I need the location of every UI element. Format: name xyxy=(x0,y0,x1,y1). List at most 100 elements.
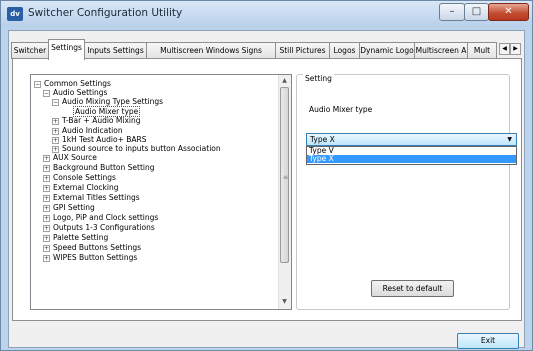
collapse-icon[interactable]: − xyxy=(43,89,50,97)
tree-item[interactable]: + External Clocking xyxy=(43,183,118,192)
tree-item-label: GPI Setting xyxy=(53,203,95,212)
audio-mixer-type-select[interactable]: Type X ▼ xyxy=(306,133,517,146)
expand-icon[interactable]: + xyxy=(43,174,50,182)
tree-item[interactable]: + Logo, PiP and Clock settings xyxy=(43,213,158,222)
expand-icon[interactable]: + xyxy=(52,136,59,144)
tree-item[interactable]: + Console Settings xyxy=(43,173,116,182)
settings-panel: − Common Settings − Audio Settings − Audio … xyxy=(12,58,522,321)
select-value: Type X xyxy=(310,135,335,144)
tree-item-label: WIPES Button Settings xyxy=(53,253,138,262)
tab-multiscreen-a[interactable]: Multiscreen A xyxy=(414,42,468,59)
tree-item[interactable]: − Audio Mixing Type Settings xyxy=(52,97,163,106)
window-title: Switcher Configuration Utility xyxy=(28,7,183,19)
chevron-down-icon[interactable]: ▼ xyxy=(507,134,512,145)
tree-item-label: T-Bar + Audio Mixing xyxy=(62,116,141,125)
tree-item-label: Speed Buttons Settings xyxy=(53,243,142,252)
tree-item[interactable]: + Speed Buttons Settings xyxy=(43,243,141,252)
tree-item[interactable]: + Palette Setting xyxy=(43,233,108,242)
settings-tree[interactable]: − Common Settings − Audio Settings − Audio … xyxy=(30,74,292,310)
reset-to-default-button[interactable]: Reset to default xyxy=(371,280,454,297)
expand-icon[interactable]: + xyxy=(43,154,50,162)
tree-item-label: Audio Mixing Type Settings xyxy=(62,97,164,106)
setting-group: Setting Audio Mixer type Type X ▼ Type V… xyxy=(296,74,517,310)
expand-icon[interactable]: + xyxy=(43,204,50,212)
tree-item[interactable]: + T-Bar + Audio Mixing xyxy=(52,116,141,125)
tree-item[interactable]: +1kH Test Audio+ BARS xyxy=(52,135,147,144)
tab-still-pictures[interactable]: Still Pictures xyxy=(275,42,330,59)
minimize-button[interactable]: – xyxy=(439,3,465,21)
tree-item-label: External Clocking xyxy=(53,183,119,192)
setting-label: Audio Mixer type xyxy=(309,105,373,114)
exit-button[interactable]: Exit xyxy=(457,333,519,349)
arrow-down-icon: ▼ xyxy=(282,298,287,305)
arrow-up-icon: ▲ xyxy=(282,77,287,84)
expand-icon[interactable]: + xyxy=(52,117,59,125)
tree-item[interactable]: + External Titles Settings xyxy=(43,193,140,202)
title-bar[interactable]: dv Switcher Configuration Utility – □ ✕ xyxy=(1,1,532,27)
expand-icon[interactable]: + xyxy=(43,234,50,242)
tree-item[interactable]: − Common Settings xyxy=(34,79,111,88)
tab-strip: Switcher Settings Inputs Settings Multis… xyxy=(9,39,524,60)
maximize-button[interactable]: □ xyxy=(464,3,489,21)
tree-item-label: External Titles Settings xyxy=(53,193,140,202)
expand-icon[interactable]: + xyxy=(43,164,50,172)
close-icon: ✕ xyxy=(504,6,513,17)
tree-item-label: Background Button Setting xyxy=(53,163,155,172)
tree-item-audio-mixer-type[interactable]: Audio Mixer type xyxy=(73,106,141,117)
scroll-down-button[interactable]: ▼ xyxy=(280,297,289,307)
setting-legend: Setting xyxy=(303,74,334,83)
tab-dynamic-logo[interactable]: Dynamic Logo xyxy=(359,42,415,59)
option-type-v[interactable]: Type V xyxy=(307,147,516,155)
tab-logos[interactable]: Logos xyxy=(329,42,360,59)
tree-item[interactable]: + WIPES Button Settings xyxy=(43,253,137,262)
tree-item[interactable]: + Audio Indication xyxy=(52,126,123,135)
tree-item[interactable]: − Audio Settings xyxy=(43,88,107,97)
maximize-icon: □ xyxy=(471,6,482,17)
expand-icon[interactable]: + xyxy=(52,127,59,135)
arrow-right-icon: ▶ xyxy=(513,45,518,52)
app-logo-icon: dv xyxy=(7,7,23,21)
client-area: Switcher Settings Inputs Settings Multis… xyxy=(8,30,525,349)
tab-scroll-right-button[interactable]: ▶ xyxy=(510,43,521,55)
app-window: dv Switcher Configuration Utility – □ ✕ … xyxy=(0,0,533,351)
tree-item-label: Outputs 1-3 Configurations xyxy=(53,223,155,232)
scrollbar-thumb[interactable]: ≡ xyxy=(280,87,289,263)
expand-icon[interactable]: + xyxy=(43,184,50,192)
collapse-icon[interactable]: − xyxy=(52,98,59,106)
expand-icon[interactable]: + xyxy=(52,145,59,153)
tree-item[interactable]: + Background Button Setting xyxy=(43,163,155,172)
tree-item-label: Sound source to inputs button Associatio… xyxy=(62,144,221,153)
dropdown-list: Type V Type X xyxy=(306,146,517,165)
expand-icon[interactable]: + xyxy=(43,214,50,222)
tree-item-label: Audio Settings xyxy=(53,88,108,97)
tree-item-label: Palette Setting xyxy=(53,233,109,242)
scroll-up-button[interactable]: ▲ xyxy=(280,76,289,86)
collapse-icon[interactable]: − xyxy=(34,80,41,88)
tree-item-label: Console Settings xyxy=(53,173,116,182)
tree-item[interactable]: + GPI Setting xyxy=(43,203,95,212)
option-type-x[interactable]: Type X xyxy=(307,155,516,163)
tree-item[interactable]: + Sound source to inputs button Associati… xyxy=(52,144,221,153)
tab-inputs-settings[interactable]: Inputs Settings xyxy=(84,42,147,59)
expand-icon[interactable]: + xyxy=(43,244,50,252)
minimize-icon: – xyxy=(449,6,455,17)
tree-item-label: Audio Indication xyxy=(62,126,123,135)
tab-switcher[interactable]: Switcher xyxy=(11,42,49,59)
tab-scroll-left-button[interactable]: ◀ xyxy=(499,43,510,55)
tree-item-label: Logo, PiP and Clock settings xyxy=(53,213,159,222)
tree-item-label: AUX Source xyxy=(53,153,97,162)
grip-icon: ≡ xyxy=(283,174,289,181)
tree-item-label: 1kH Test Audio+ BARS xyxy=(62,135,147,144)
expand-icon[interactable]: + xyxy=(43,224,50,232)
close-button[interactable]: ✕ xyxy=(488,3,529,21)
expand-icon[interactable]: + xyxy=(43,194,50,202)
tree-item[interactable]: + Outputs 1-3 Configurations xyxy=(43,223,155,232)
arrow-left-icon: ◀ xyxy=(502,45,507,52)
tab-settings[interactable]: Settings xyxy=(48,39,85,60)
tab-multiscreen-windows-signs[interactable]: Multiscreen Windows Signs xyxy=(146,42,276,59)
tab-mult[interactable]: Mult xyxy=(467,42,497,59)
tree-item-label: Common Settings xyxy=(44,79,111,88)
tree-item[interactable]: + AUX Source xyxy=(43,153,97,162)
expand-icon[interactable]: + xyxy=(43,254,50,262)
tree-scrollbar[interactable]: ▲ ≡ ▼ xyxy=(278,75,291,309)
